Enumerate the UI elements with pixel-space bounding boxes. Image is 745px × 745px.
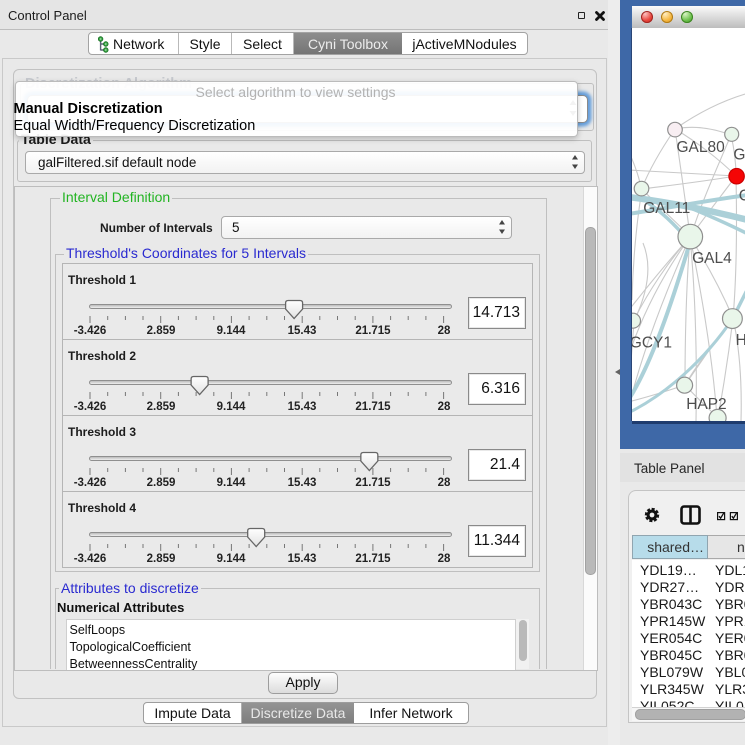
svg-text:HAP1: HAP1 — [736, 332, 745, 349]
svg-text:GCY1: GCY1 — [632, 335, 672, 352]
svg-text:GAL11: GAL11 — [643, 200, 690, 217]
svg-text:CDC1: CDC1 — [739, 188, 745, 205]
svg-text:GAL80: GAL80 — [677, 139, 726, 156]
svg-text:HAP2: HAP2 — [686, 396, 727, 413]
svg-text:GAL3: GAL3 — [733, 147, 745, 164]
svg-text:GAL4: GAL4 — [692, 250, 732, 267]
